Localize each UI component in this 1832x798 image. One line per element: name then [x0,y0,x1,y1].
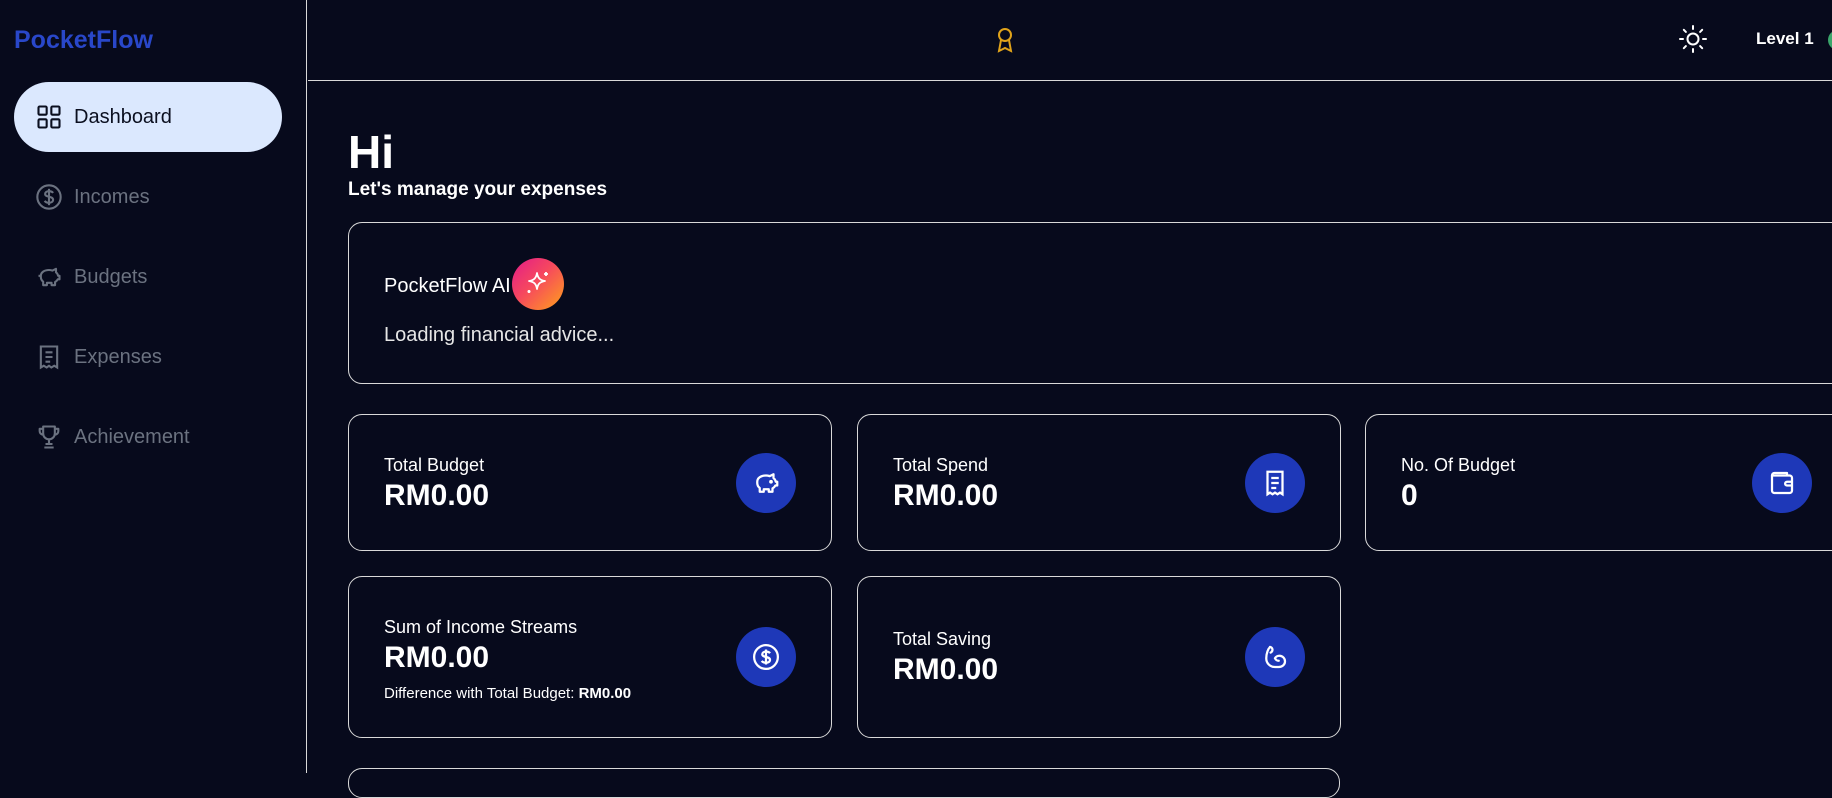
receipt-icon [34,342,64,372]
wallet-icon [1752,453,1812,513]
card-label: No. Of Budget [1401,455,1516,475]
no-of-budget-card: No. Of Budget 0 [1365,414,1832,551]
sun-icon[interactable] [1678,24,1708,54]
top-bar: Level 1 [308,0,1832,81]
avatar[interactable] [1828,30,1832,50]
ai-title: PocketFlow AI [384,275,511,297]
card-label: Sum of Income Streams [384,617,578,637]
sidebar-item-budgets[interactable]: Budgets [14,242,282,312]
trophy-icon [34,422,64,452]
brand-logo[interactable]: PocketFlow [14,26,153,55]
ai-advice-card: PocketFlow AI Loading financial advice..… [348,222,1832,384]
receipt-icon [1245,453,1305,513]
sidebar-item-label: Expenses [74,345,162,368]
total-spend-card: Total Spend RM0.00 [857,414,1341,551]
sparkles-icon [512,258,564,310]
card-value: 0 [1401,479,1418,512]
sidebar-item-dashboard[interactable]: Dashboard [14,82,282,152]
award-icon[interactable] [993,26,1017,54]
card-value: RM0.00 [384,641,490,674]
flexed-arm-icon [1245,627,1305,687]
card-label: Total Spend [893,455,989,475]
page-subtitle: Let's manage your expenses [348,179,608,200]
total-budget-card: Total Budget RM0.00 [348,414,832,551]
dashboard-main: Hi Let's manage your expenses PocketFlow… [308,81,1832,798]
total-saving-card: Total Saving RM0.00 [857,576,1341,738]
dollar-circle-icon [736,627,796,687]
sidebar-item-expenses[interactable]: Expenses [14,322,282,392]
card-label: Total Saving [893,629,992,649]
piggy-bank-icon [736,453,796,513]
ai-status-text: Loading financial advice... [384,324,615,346]
sidebar-item-label: Achievement [74,425,190,448]
dollar-circle-icon [34,182,64,212]
income-streams-card: Sum of Income Streams RM0.00 Difference … [348,576,832,738]
piggy-bank-icon [34,262,64,292]
sidebar: PocketFlow Dashboard Incomes Budgets Exp… [0,0,307,773]
card-value: RM0.00 [384,479,490,512]
card-value: RM0.00 [893,653,999,686]
grid-icon [34,102,64,132]
page-title: Hi [348,126,394,178]
note-label: Difference with Total Budget: [384,685,575,702]
sidebar-item-label: Dashboard [74,105,172,128]
sidebar-item-label: Budgets [74,265,148,288]
sidebar-item-achievement[interactable]: Achievement [14,402,282,472]
card-label: Total Budget [384,455,485,475]
card-value: RM0.00 [893,479,999,512]
note-value: RM0.00 [578,685,632,702]
sidebar-item-label: Incomes [74,185,150,208]
budget-difference-note: Difference with Total Budget: RM0.00 [384,685,631,702]
level-indicator[interactable]: Level 1 [1756,29,1814,49]
sidebar-item-incomes[interactable]: Incomes [14,162,282,232]
